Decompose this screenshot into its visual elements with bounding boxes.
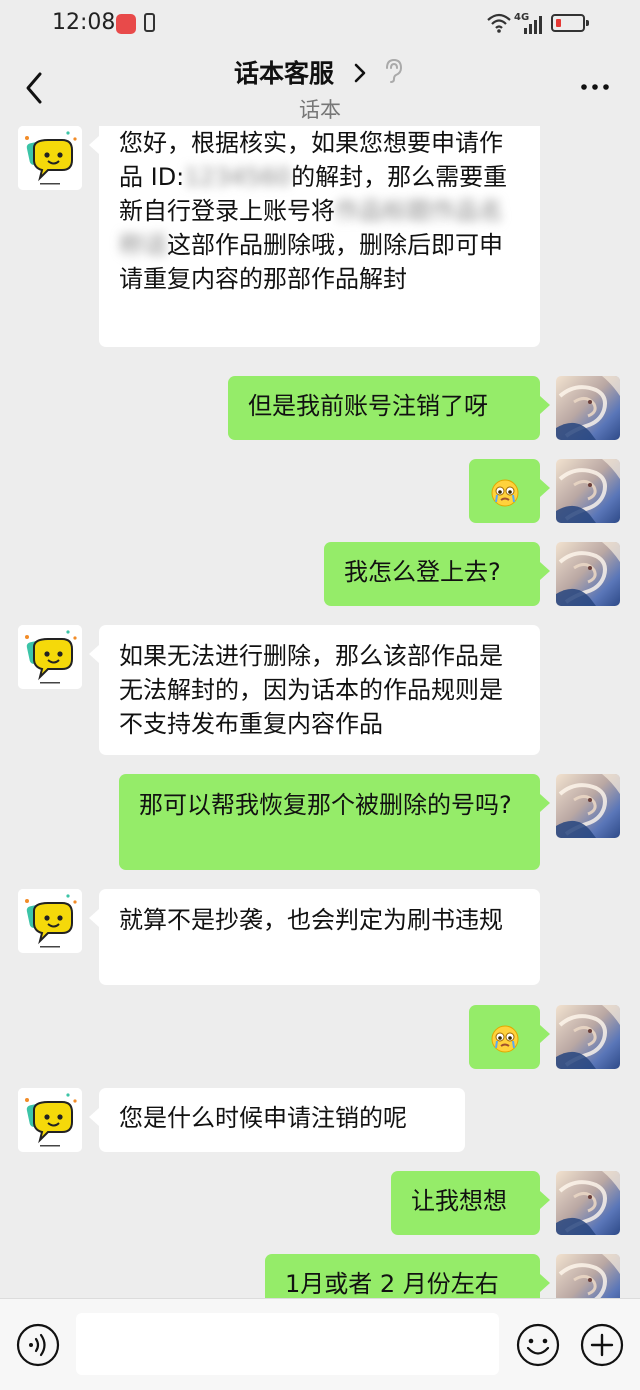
message-text: 让我想想	[411, 1187, 507, 1215]
user-avatar[interactable]	[556, 1171, 620, 1235]
message-list[interactable]: 您好，根据核实，如果您想要申请作品 ID:1234560的解封，那么需要重新自行…	[0, 126, 640, 1298]
user-avatar[interactable]	[556, 459, 620, 523]
message-row	[0, 1005, 640, 1069]
chat-subtitle: 话本	[299, 98, 341, 122]
message-bubble[interactable]: 但是我前账号注销了呀	[228, 376, 550, 440]
user-avatar[interactable]	[556, 542, 620, 606]
sim-card-icon	[144, 13, 155, 32]
notification-app-icon	[116, 14, 136, 34]
message-row: 如果无法进行删除，那么该部作品是无法解封的，因为话本的作品规则是不支持发布重复内…	[0, 625, 640, 755]
message-text: 那可以帮我恢复那个被删除的号吗?	[139, 791, 512, 819]
bot-avatar[interactable]	[18, 1088, 82, 1152]
bot-avatar[interactable]	[18, 126, 82, 190]
message-row	[0, 459, 640, 523]
message-bubble[interactable]: 那可以帮我恢复那个被删除的号吗?	[119, 774, 550, 870]
plus-icon[interactable]	[580, 1323, 624, 1367]
message-row: 就算不是抄袭，也会判定为刷书违规	[0, 889, 640, 985]
message-row: 1月或者 2 月份左右	[0, 1254, 640, 1298]
status-time: 12:08	[52, 10, 116, 35]
message-text: 这部作品删除哦，删除后即可申请重复内容的那部作品解封	[119, 231, 503, 293]
message-bubble[interactable]: 您是什么时候申请注销的呢	[89, 1088, 465, 1152]
message-input[interactable]	[76, 1313, 499, 1375]
message-bubble[interactable]: 您好，根据核实，如果您想要申请作品 ID:1234560的解封，那么需要重新自行…	[89, 126, 540, 347]
ear-icon	[386, 58, 403, 83]
chevron-right-icon[interactable]	[350, 60, 370, 86]
message-text: 您是什么时候申请注销的呢	[119, 1104, 407, 1132]
message-row: 我怎么登上去?	[0, 542, 640, 606]
battery-icon	[551, 14, 589, 32]
message-bubble[interactable]: 让我想想	[391, 1171, 550, 1235]
status-bar: 12:08 4G	[0, 0, 640, 50]
battery-level-fill	[556, 19, 561, 27]
input-toolbar	[0, 1298, 640, 1390]
user-avatar[interactable]	[556, 1254, 620, 1298]
message-text: 我怎么登上去?	[344, 558, 501, 586]
emoji-icon[interactable]	[516, 1323, 560, 1367]
voice-icon[interactable]	[16, 1323, 60, 1367]
message-row: 那可以帮我恢复那个被删除的号吗?	[0, 774, 640, 870]
chat-header: 话本客服 话本	[0, 50, 640, 126]
message-bubble[interactable]	[469, 459, 550, 523]
message-bubble[interactable]: 如果无法进行删除，那么该部作品是无法解封的，因为话本的作品规则是不支持发布重复内…	[89, 625, 540, 755]
message-bubble[interactable]: 1月或者 2 月份左右	[265, 1254, 550, 1298]
wifi-icon	[487, 13, 511, 33]
message-text: 如果无法进行删除，那么该部作品是无法解封的，因为话本的作品规则是不支持发布重复内…	[119, 642, 503, 738]
user-avatar[interactable]	[556, 1005, 620, 1069]
message-row: 您是什么时候申请注销的呢	[0, 1088, 640, 1152]
crying-face-icon	[490, 1024, 520, 1054]
message-text: 就算不是抄袭，也会判定为刷书违规	[119, 906, 503, 934]
redacted-id: 1234560	[184, 163, 292, 191]
bot-avatar[interactable]	[18, 889, 82, 953]
message-row: 让我想想	[0, 1171, 640, 1235]
message-bubble[interactable]: 我怎么登上去?	[324, 542, 550, 606]
crying-face-icon	[490, 478, 520, 508]
message-bubble[interactable]	[469, 1005, 550, 1069]
bot-avatar[interactable]	[18, 625, 82, 689]
message-text: 1月或者 2 月份左右	[285, 1270, 499, 1298]
message-row: 但是我前账号注销了呀	[0, 376, 640, 440]
more-options-icon[interactable]	[578, 72, 612, 102]
message-text: 但是我前账号注销了呀	[248, 392, 488, 420]
message-bubble[interactable]: 就算不是抄袭，也会判定为刷书违规	[89, 889, 540, 985]
user-avatar[interactable]	[556, 774, 620, 838]
user-avatar[interactable]	[556, 376, 620, 440]
signal-strength-icon	[524, 16, 542, 34]
message-row: 您好，根据核实，如果您想要申请作品 ID:1234560的解封，那么需要重新自行…	[0, 126, 640, 356]
chat-title[interactable]: 话本客服	[234, 54, 334, 90]
